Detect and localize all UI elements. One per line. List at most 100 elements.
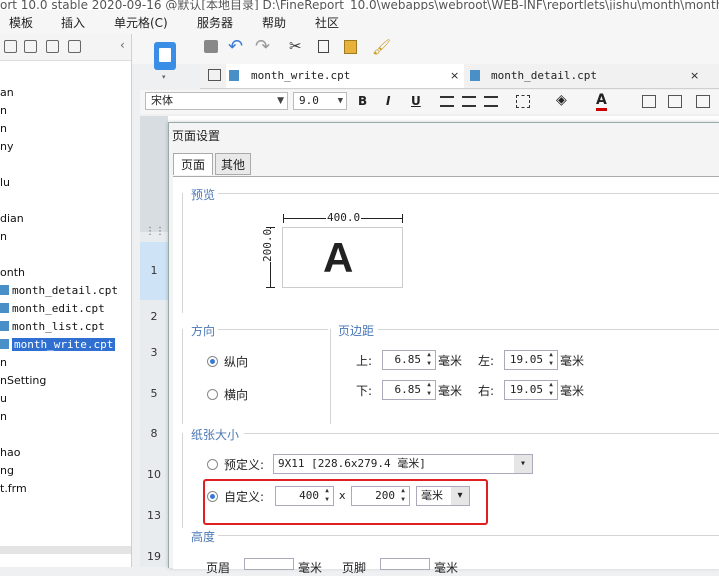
tree-item[interactable]: u <box>0 392 7 405</box>
spin-up-icon[interactable]: ▲ <box>424 381 434 389</box>
tree-file-month-edit[interactable]: month_edit.cpt <box>0 302 105 315</box>
menu-help[interactable]: 帮助 <box>262 14 286 31</box>
font-color-button[interactable]: A <box>596 92 607 111</box>
tab-other[interactable]: 其他 <box>215 153 251 175</box>
cpt-file-icon <box>470 70 480 81</box>
tree-item[interactable]: onth <box>0 266 25 279</box>
tree-item[interactable]: n <box>0 104 7 117</box>
footer-height-stepper[interactable] <box>380 558 430 570</box>
custom-size-highlight <box>203 479 488 525</box>
font-size-select[interactable]: 9.0 ▼ <box>293 92 347 110</box>
tree-file-month-list[interactable]: month_list.cpt <box>0 320 105 333</box>
spin-up-icon[interactable]: ▲ <box>546 381 556 389</box>
cut-icon[interactable]: ✂ <box>289 37 302 55</box>
tab-month-detail[interactable]: month_detail.cpt × <box>466 64 706 88</box>
row-height-icon[interactable] <box>696 95 710 108</box>
tree-item[interactable]: dian <box>0 212 24 225</box>
tree-item[interactable]: n <box>0 356 7 369</box>
font-family-select[interactable]: 宋体 ▼ <box>145 92 288 110</box>
spin-down-icon[interactable]: ▼ <box>424 390 434 398</box>
paste-icon[interactable] <box>344 40 357 54</box>
tree-item[interactable]: n <box>0 230 7 243</box>
menu-cell[interactable]: 单元格(C) <box>114 14 168 31</box>
underline-button[interactable]: U <box>411 94 421 108</box>
header-height-label: 页眉 <box>206 561 231 575</box>
header-height-stepper[interactable] <box>244 558 294 570</box>
row-number[interactable]: 13 <box>140 509 168 522</box>
predefined-paper-select[interactable]: 9X11 [228.6x279.4 毫米] ▾ <box>273 454 533 474</box>
row-number[interactable]: 3 <box>140 346 168 359</box>
settings-icon[interactable] <box>24 40 37 53</box>
bold-button[interactable]: B <box>358 94 367 108</box>
row-number[interactable]: 19 <box>140 550 168 563</box>
divider <box>244 433 719 434</box>
editor-tab-bar: month_write.cpt × month_detail.cpt × <box>200 64 719 89</box>
spin-up-icon[interactable]: ▲ <box>546 351 556 359</box>
menu-insert[interactable]: 插入 <box>61 14 85 31</box>
section-margins: 页边距 <box>338 324 375 338</box>
copy-icon[interactable] <box>68 40 81 53</box>
tree-item[interactable]: hao <box>0 446 20 459</box>
section-paper-size: 纸张大小 <box>191 428 240 442</box>
tree-file-month-detail[interactable]: month_detail.cpt <box>0 284 118 297</box>
margin-right-stepper[interactable]: 19.05 ▲ ▼ <box>504 380 558 400</box>
row-number[interactable]: 5 <box>140 387 168 400</box>
format-painter-icon[interactable]: 🖌 <box>372 38 391 56</box>
menu-server[interactable]: 服务器 <box>197 14 233 31</box>
fill-color-icon[interactable]: ◈ <box>556 92 567 108</box>
tree-item[interactable]: nSetting <box>0 374 46 387</box>
merge-cells-icon[interactable] <box>642 95 656 108</box>
collapse-icon[interactable]: ‹ <box>120 38 125 52</box>
spin-down-icon[interactable]: ▼ <box>546 390 556 398</box>
border-icon[interactable] <box>516 95 530 108</box>
tab-page[interactable]: 页面 <box>173 153 213 175</box>
horizontal-scrollbar[interactable] <box>0 546 131 554</box>
grid-icon <box>208 69 221 81</box>
tree-item[interactable]: ny <box>0 140 13 153</box>
align-left-icon[interactable] <box>440 96 454 107</box>
chevron-down-icon: ▾ <box>514 455 532 473</box>
margin-top-stepper[interactable]: 6.85 ▲ ▼ <box>382 350 436 370</box>
tree-item[interactable]: t.frm <box>0 482 27 495</box>
row-number[interactable]: 10 <box>140 468 168 481</box>
margin-left-stepper[interactable]: 19.05 ▲ ▼ <box>504 350 558 370</box>
italic-button[interactable]: I <box>386 94 390 108</box>
tab-month-write[interactable]: month_write.cpt × <box>226 64 464 88</box>
new-folder-icon[interactable] <box>4 40 17 53</box>
spin-down-icon[interactable]: ▼ <box>424 360 434 368</box>
row-number[interactable]: 1 <box>140 264 168 277</box>
tree-item[interactable]: lu <box>0 176 10 189</box>
copy-icon[interactable] <box>318 40 329 53</box>
menu-template[interactable]: 模板 <box>9 14 33 31</box>
close-icon[interactable]: × <box>450 64 459 88</box>
align-right-icon[interactable] <box>484 96 498 107</box>
predefined-radio[interactable] <box>207 459 218 470</box>
tree-item[interactable]: an <box>0 86 14 99</box>
portrait-radio[interactable] <box>207 356 218 367</box>
paper-preview: A <box>282 227 403 288</box>
spin-up-icon[interactable]: ▲ <box>424 351 434 359</box>
split-cells-icon[interactable] <box>668 95 682 108</box>
template-type-icon[interactable]: ▾ <box>151 42 179 81</box>
lock-icon[interactable] <box>46 40 59 53</box>
tree-file-month-write[interactable]: month_write.cpt <box>0 338 116 351</box>
align-center-icon[interactable] <box>462 96 476 107</box>
row-number[interactable]: 8 <box>140 427 168 440</box>
undo-icon[interactable]: ↶ <box>228 36 243 57</box>
save-icon[interactable] <box>204 40 218 53</box>
chevron-down-icon: ▼ <box>277 96 284 106</box>
cpt-file-icon <box>0 285 9 295</box>
close-icon[interactable]: × <box>690 64 699 88</box>
landscape-radio[interactable] <box>207 389 218 400</box>
tree-item[interactable]: ng <box>0 464 14 477</box>
menu-community[interactable]: 社区 <box>315 14 339 31</box>
row-number[interactable]: 2 <box>140 310 168 323</box>
margin-top-label: 上: <box>356 354 373 368</box>
unit-label: 毫米 <box>438 354 463 368</box>
margin-bottom-stepper[interactable]: 6.85 ▲ ▼ <box>382 380 436 400</box>
portrait-label: 纵向 <box>224 355 249 369</box>
spin-down-icon[interactable]: ▼ <box>546 360 556 368</box>
tree-item[interactable]: n <box>0 122 7 135</box>
tree-item[interactable]: n <box>0 410 7 423</box>
redo-icon[interactable]: ↷ <box>255 36 270 57</box>
